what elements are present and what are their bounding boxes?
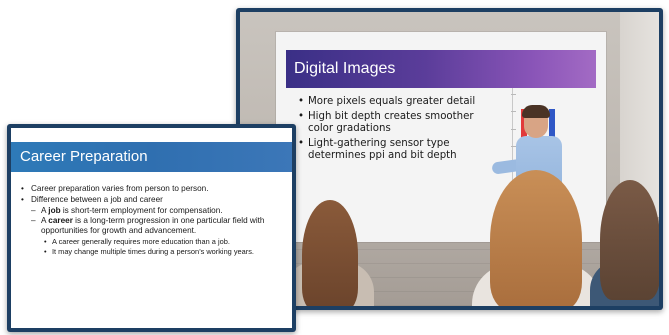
bullet-level-1: Difference between a job and career <box>21 195 289 205</box>
bullet-level-2: A career is a long-term progression in o… <box>21 216 289 236</box>
bullet-level-3: A career generally requires more educati… <box>21 237 289 246</box>
photo-scene: Digital Images More pixels equals greate… <box>240 12 659 306</box>
slide-title: Career Preparation <box>20 148 148 165</box>
projected-bullet: High bit depth creates smoother color gr… <box>298 111 484 135</box>
bullet-level-1: Career preparation varies from person to… <box>21 184 289 194</box>
bullet-suffix: is a long-term progression in one partic… <box>41 216 265 236</box>
bullet-level-2: A job is short-term employment for compe… <box>21 206 289 216</box>
classroom-photo: Digital Images More pixels equals greate… <box>236 8 663 310</box>
teacher-hair <box>522 105 550 118</box>
student-head <box>600 180 659 300</box>
student-head <box>490 170 582 306</box>
career-slide-body: Career Preparation Career preparation va… <box>11 128 292 328</box>
student-head <box>302 200 358 306</box>
projected-bullet: More pixels equals greater detail <box>298 96 484 108</box>
bullet-term: job <box>48 205 61 215</box>
chart-tick <box>511 94 516 95</box>
slide-bullet-list: Career preparation varies from person to… <box>21 184 289 257</box>
bullet-level-3: It may change multiple times during a pe… <box>21 247 289 256</box>
projected-bullet-list: More pixels equals greater detail High b… <box>298 96 484 165</box>
projected-slide-title: Digital Images <box>294 60 396 77</box>
projected-bullet: Light-gathering sensor type determines p… <box>298 138 484 162</box>
career-slide: Career Preparation Career preparation va… <box>7 124 296 332</box>
bullet-suffix: is short-term employment for compensatio… <box>60 205 223 215</box>
bullet-term: career <box>48 216 73 226</box>
